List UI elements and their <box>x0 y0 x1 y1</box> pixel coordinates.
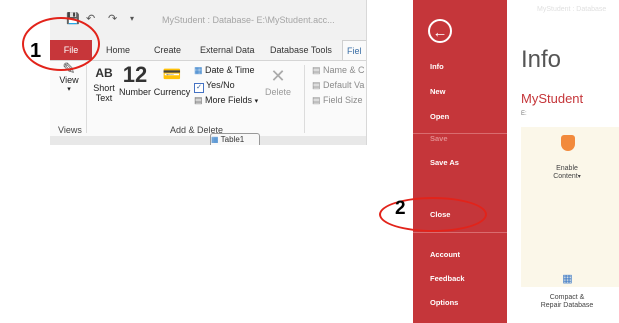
document-tab-label: Table1 <box>220 135 245 144</box>
document-tab[interactable]: ▦ Table1 <box>210 133 260 145</box>
number-button[interactable]: 12 Number <box>119 62 152 98</box>
menu-divider <box>413 232 507 233</box>
enable-content-button[interactable]: Enable Content▾ <box>537 157 597 181</box>
database-path: E: <box>521 111 527 117</box>
group-divider <box>304 65 305 133</box>
number-icon: 12 <box>122 62 148 87</box>
page-title: Info <box>521 46 562 73</box>
default-value-label: Default Va <box>323 80 365 90</box>
ribbon-body: ✎ View ▾ AB Short Text 12 Number 💳 Curre… <box>50 60 366 137</box>
backstage-screenshot: ← Info New Open Save Save As Close Accou… <box>413 0 619 323</box>
name-caption-button[interactable]: ▤ Name & C <box>312 65 365 76</box>
date-time-button[interactable]: ▦ Date & Time <box>194 65 255 76</box>
backstage-sidebar: ← Info New Open Save Save As Close Accou… <box>413 0 507 323</box>
delete-label: Delete <box>264 87 291 97</box>
tab-fields[interactable]: Fiel <box>342 40 366 61</box>
name-caption-label: Name & C <box>323 65 365 75</box>
chevron-down-icon: ▾ <box>577 174 581 180</box>
shield-icon <box>561 135 575 151</box>
backstage-item-account[interactable]: Account <box>430 250 460 259</box>
customize-qat-icon[interactable]: ▾ <box>130 14 134 23</box>
enable-content-label: Enable Content <box>553 165 578 180</box>
group-divider <box>86 65 87 133</box>
step-number: 1 <box>30 40 42 62</box>
step-number: 2 <box>395 198 406 219</box>
view-label: View <box>59 75 79 85</box>
backstage-item-save-as[interactable]: Save As <box>430 158 459 167</box>
access-ribbon-screenshot: 💾 ↶ ↷ ▾ MyStudent : Database- E:\MyStude… <box>50 0 367 145</box>
backstage-item-feedback[interactable]: Feedback <box>430 274 465 283</box>
compact-repair-icon: ▦ <box>562 273 573 285</box>
backstage-item-options[interactable]: Options <box>430 298 458 307</box>
more-fields-icon: ▤ <box>194 95 203 105</box>
backstage-item-new[interactable]: New <box>430 87 445 96</box>
currency-button[interactable]: 💳 Currency <box>153 63 191 97</box>
menu-divider <box>413 133 507 134</box>
compact-repair-button[interactable]: Compact & Repair Database <box>535 294 599 310</box>
document-tab-strip <box>50 136 366 145</box>
currency-label: Currency <box>153 87 191 97</box>
backstage-content: MyStudent : Database Info MyStudent E: E… <box>507 0 619 323</box>
tab-external-data[interactable]: External Data <box>196 40 259 60</box>
yes-no-button[interactable]: ✓ Yes/No <box>194 80 235 93</box>
field-size-icon: ▤ <box>312 95 321 105</box>
faded-header: MyStudent : Database <box>537 6 607 13</box>
calendar-icon: ▦ <box>194 65 203 75</box>
undo-icon[interactable]: ↶ <box>86 12 95 25</box>
chevron-down-icon: ▾ <box>254 98 259 105</box>
redo-icon[interactable]: ↷ <box>108 12 117 25</box>
ab-icon: AB <box>95 66 113 80</box>
backstage-item-save[interactable]: Save <box>430 134 448 143</box>
tab-create[interactable]: Create <box>150 40 185 60</box>
window-title: MyStudent : Database- E:\MyStudent.acc..… <box>162 15 335 25</box>
default-value-button[interactable]: ▤ Default Va <box>312 80 364 91</box>
field-size-field[interactable]: ▤ Field Size <box>312 95 363 106</box>
delete-button[interactable]: ✕ Delete <box>264 65 292 97</box>
name-caption-icon: ▤ <box>312 65 321 75</box>
info-card <box>521 127 619 287</box>
currency-icon: 💳 <box>162 66 182 83</box>
short-text-label: Short Text <box>93 83 115 103</box>
tab-home[interactable]: Home <box>102 40 134 60</box>
date-time-label: Date & Time <box>205 65 255 75</box>
more-fields-label: More Fields <box>205 95 253 105</box>
database-name: MyStudent <box>521 91 584 106</box>
more-fields-button[interactable]: ▤ More Fields ▾ <box>194 95 258 106</box>
tab-database-tools[interactable]: Database Tools <box>266 40 336 60</box>
short-text-button[interactable]: AB Short Text <box>90 63 118 103</box>
checkbox-icon: ✓ <box>194 83 204 93</box>
table-icon: ▦ <box>211 135 219 144</box>
number-label: Number <box>119 87 152 97</box>
field-size-label: Field Size <box>323 95 363 105</box>
default-value-icon: ▤ <box>312 80 321 90</box>
chevron-down-icon: ▾ <box>67 86 71 93</box>
yes-no-label: Yes/No <box>206 80 235 90</box>
backstage-item-info[interactable]: Info <box>430 62 444 71</box>
back-arrow-icon[interactable]: ← <box>428 19 452 43</box>
group-label-views: Views <box>58 125 82 135</box>
backstage-item-open[interactable]: Open <box>430 112 449 121</box>
delete-icon: ✕ <box>270 66 286 86</box>
